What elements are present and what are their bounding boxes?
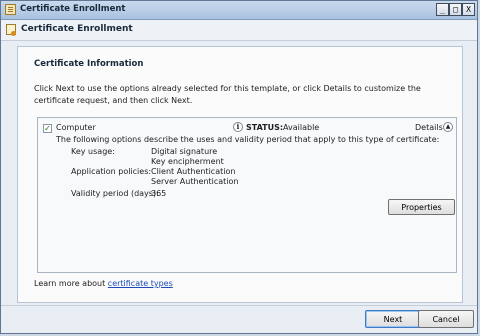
learn-more-text: Learn more about [34,279,106,288]
key-usage-value: Digital signature [151,147,218,156]
application-policy-value: Client Authentication [151,167,236,176]
computer-checkbox[interactable]: ✓ [43,124,52,133]
learn-more: Learn more about certificate types [34,279,173,288]
maximize-button[interactable]: □ [449,3,462,16]
computer-checkbox-label: Computer [56,123,96,132]
application-policy-value: Server Authentication [151,177,239,186]
details-link[interactable]: Details [415,123,443,132]
wizard-title: Certificate Enrollment [21,24,133,34]
title-bar: Certificate Enrollment _ □ X [1,1,477,20]
certificate-app-icon [5,4,16,15]
validity-label: Validity period (days): [71,189,159,198]
minimize-button[interactable]: _ [436,3,449,16]
next-button[interactable]: Next [365,310,421,328]
key-usage-value: Key encipherment [151,157,224,166]
status-label: STATUS: [246,123,284,132]
wizard-header: Certificate Enrollment [1,20,477,41]
panel-description: The following options describe the uses … [56,135,440,144]
wizard-content: Certificate Information Click Next to us… [17,46,463,303]
certificate-enrollment-window: Certificate Enrollment _ □ X Certificate… [0,0,478,334]
certificate-types-link[interactable]: certificate types [108,279,173,288]
application-policies-label: Application policies: [71,167,152,176]
footer-separator [1,305,477,306]
close-button[interactable]: X [462,3,475,16]
window-title: Certificate Enrollment [20,4,126,14]
properties-button[interactable]: Properties [388,199,455,215]
certificate-icon [6,24,16,36]
validity-value: 365 [151,189,167,198]
chevron-up-icon[interactable]: ▲ [443,122,453,132]
intro-text: Click Next to use the options already se… [34,84,421,105]
status-value: Available [283,123,320,132]
key-usage-label: Key usage: [71,147,115,156]
info-icon: i [233,122,243,132]
cancel-button[interactable]: Cancel [418,310,474,328]
certificate-panel: ✓ Computer i STATUS: Available Details ▲… [37,117,457,273]
section-title: Certificate Information [34,59,144,69]
